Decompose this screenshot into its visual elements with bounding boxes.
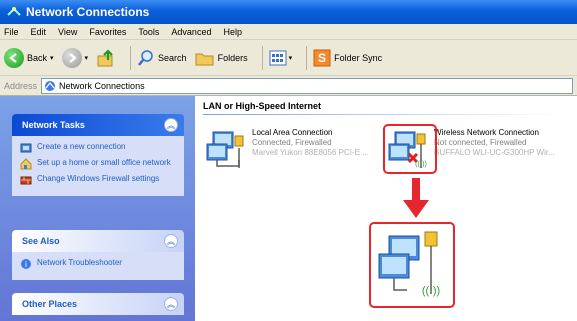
menu-help[interactable]: Help (223, 27, 242, 37)
folder-sync-button[interactable]: S Folder Sync (313, 49, 382, 67)
down-arrow-icon (403, 178, 429, 218)
folder-sync-label: Folder Sync (334, 52, 383, 63)
toolbar: Back ▾ ▾ Search Folders ▾ S Folder Sync (0, 40, 577, 76)
firewall-icon (20, 176, 32, 185)
forward-arrow-icon (61, 47, 82, 68)
wireless-connection-zoomed-icon: ((·)) (378, 231, 440, 297)
group-header: LAN or High-Speed Internet (203, 101, 322, 111)
network-tasks-body: Create a new connection Set up a home or… (12, 136, 184, 196)
collapse-chevron-icon[interactable]: ︽ (164, 234, 178, 248)
home-network-icon (20, 158, 32, 170)
address-label: Address (4, 80, 38, 91)
back-label: Back (27, 52, 48, 63)
group-divider (203, 114, 563, 115)
zoomed-highlight-box: ((·)) (369, 222, 455, 308)
views-dropdown-icon: ▾ (288, 54, 293, 62)
new-connection-icon (20, 143, 32, 153)
collapse-chevron-icon[interactable]: ︽ (164, 118, 178, 132)
highlight-box (383, 124, 437, 174)
menu-advanced[interactable]: Advanced (171, 27, 211, 37)
see-also-title: See Also (22, 236, 60, 246)
toolbar-separator (261, 45, 263, 70)
task-setup-home-network[interactable]: Set up a home or small office network (20, 158, 176, 170)
forward-dropdown-icon[interactable]: ▾ (85, 54, 89, 62)
search-icon (138, 49, 153, 66)
see-also-body: i Network Troubleshooter (12, 252, 184, 280)
toolbar-separator (306, 45, 308, 70)
folder-sync-icon: S (313, 49, 331, 66)
up-folder-button[interactable] (96, 48, 116, 68)
folders-button[interactable]: Folders (195, 49, 248, 67)
menu-tools[interactable]: Tools (138, 27, 159, 37)
folders-icon (195, 53, 214, 65)
see-also-panel: See Also ︽ i Network Troubleshooter (12, 230, 184, 280)
other-places-header[interactable]: Other Places ︽ (12, 293, 184, 315)
address-bar: Address Network Connections (0, 76, 577, 96)
task-label: Set up a home or small office network (37, 158, 171, 167)
window-title: Network Connections (26, 5, 150, 19)
svg-text:((·)): ((·)) (422, 285, 440, 297)
connection-name: Local Area Connection (252, 128, 333, 137)
svg-text:i: i (25, 260, 27, 269)
network-tasks-title: Network Tasks (22, 120, 85, 130)
other-places-title: Other Places (22, 299, 78, 309)
menu-favorites[interactable]: Favorites (89, 27, 126, 37)
back-button[interactable]: Back ▾ (4, 47, 54, 68)
search-button[interactable]: Search (137, 49, 187, 67)
menu-bar: File Edit View Favorites Tools Advanced … (0, 24, 577, 40)
connection-status: Not connected, Firewalled (434, 138, 527, 147)
up-folder-icon (97, 48, 113, 66)
lan-connection-icon (206, 131, 244, 168)
search-label: Search (158, 52, 187, 63)
back-arrow-icon (4, 47, 24, 68)
folders-label: Folders (217, 52, 248, 63)
see-also-header[interactable]: See Also ︽ (12, 230, 184, 252)
forward-button[interactable]: ▾ (61, 47, 89, 68)
menu-file[interactable]: File (4, 27, 19, 37)
network-connections-icon (7, 7, 21, 16)
svg-text:S: S (318, 51, 326, 65)
network-troubleshooter-link[interactable]: i Network Troubleshooter (20, 258, 176, 270)
connection-device: Marvell Yukon 88E8056 PCI-E ... (252, 148, 369, 157)
task-pane: Network Tasks ︽ Create a new connection … (0, 96, 195, 321)
task-change-firewall[interactable]: Change Windows Firewall settings (20, 174, 176, 186)
address-field[interactable]: Network Connections (41, 77, 573, 94)
views-icon (269, 50, 287, 65)
network-tasks-header[interactable]: Network Tasks ︽ (12, 114, 184, 136)
task-label: Network Troubleshooter (37, 258, 122, 267)
task-label: Create a new connection (37, 142, 126, 151)
task-create-connection[interactable]: Create a new connection (20, 142, 176, 154)
title-bar: Network Connections (0, 0, 577, 24)
toolbar-separator (130, 45, 132, 70)
local-area-connection[interactable]: Local Area Connection Connected, Firewal… (205, 128, 369, 170)
views-button[interactable]: ▾ (269, 50, 293, 66)
network-connections-icon (45, 80, 56, 91)
main-content: LAN or High-Speed Internet Local Area Co… (195, 96, 577, 321)
connection-name: Wireless Network Connection (434, 128, 539, 137)
collapse-chevron-icon[interactable]: ︽ (164, 297, 178, 311)
connection-device: BUFFALO WLI-UC-G300HP Wir... (434, 148, 555, 157)
address-value: Network Connections (59, 80, 145, 91)
help-icon: i (21, 259, 31, 269)
network-tasks-panel: Network Tasks ︽ Create a new connection … (12, 114, 184, 196)
menu-edit[interactable]: Edit (31, 27, 47, 37)
connection-status: Connected, Firewalled (252, 138, 332, 147)
menu-view[interactable]: View (58, 27, 77, 37)
other-places-panel: Other Places ︽ (12, 293, 184, 315)
back-dropdown-icon[interactable]: ▾ (50, 54, 54, 62)
task-label: Change Windows Firewall settings (37, 174, 160, 183)
